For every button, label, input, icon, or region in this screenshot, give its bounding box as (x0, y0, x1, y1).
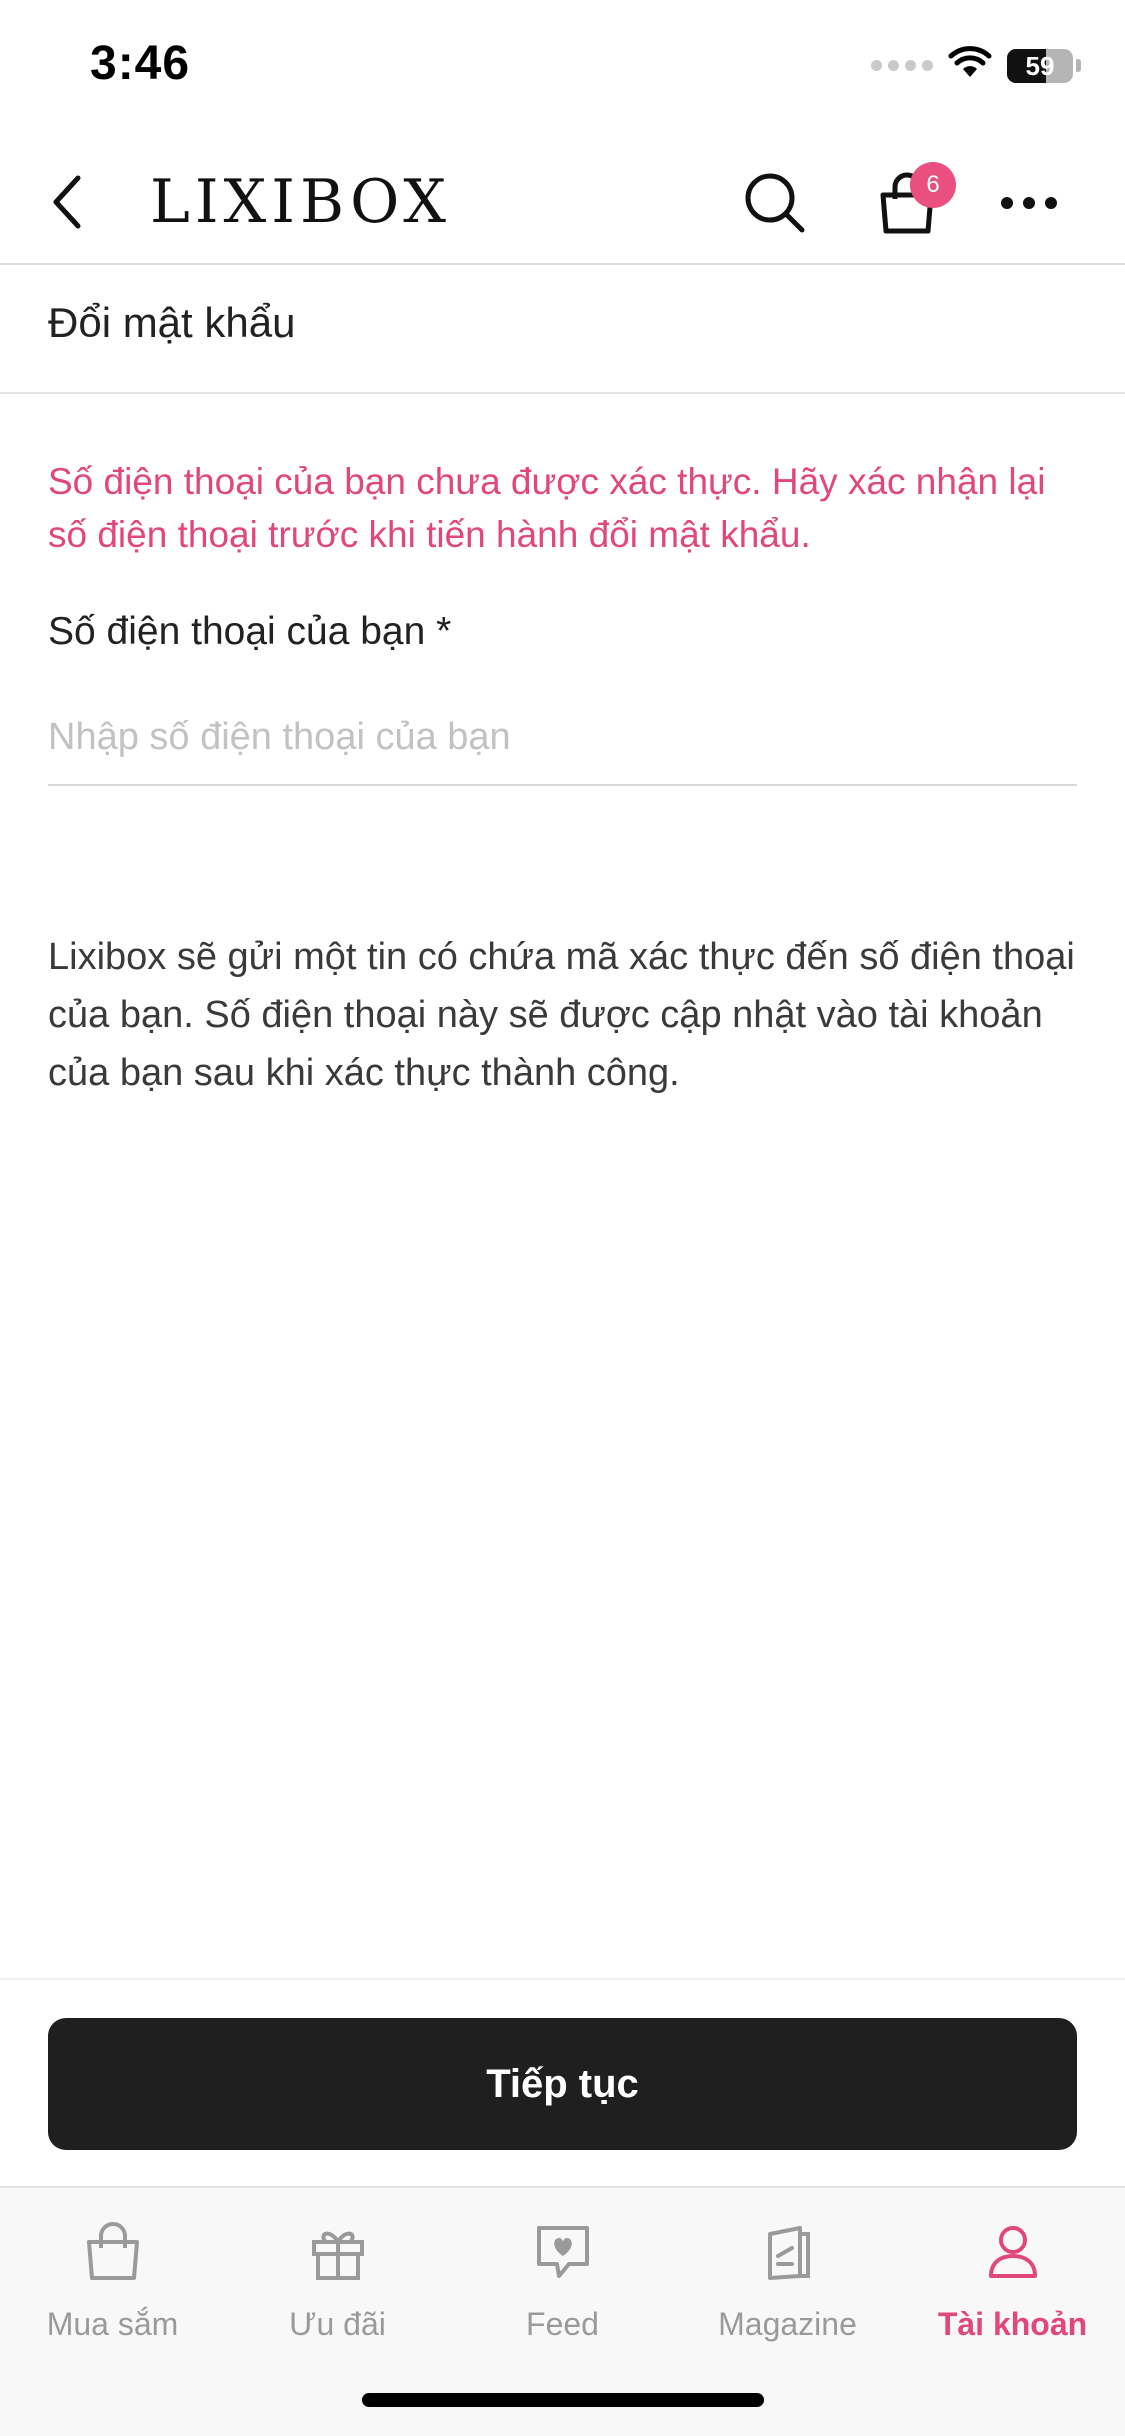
tab-account[interactable]: Tài khoản (900, 2210, 1125, 2360)
tab-shopping[interactable]: Mua sắm (0, 2210, 225, 2360)
more-horizontal-icon (1001, 197, 1057, 209)
magazine-icon (767, 2226, 810, 2280)
status-time: 3:46 (90, 37, 191, 90)
chevron-left-icon (53, 175, 81, 229)
more-options-button[interactable] (984, 158, 1074, 248)
action-area: Tiếp tục (0, 1978, 1125, 2186)
verification-warning: Số điện thoại của bạn chưa được xác thực… (48, 461, 1046, 555)
page-title: Đổi mật khẩu (48, 299, 296, 346)
cart-count-badge: 6 (910, 162, 956, 208)
back-button[interactable] (28, 162, 108, 242)
phone-field-label: Số điện thoại của bạn * (48, 610, 452, 653)
gift-icon (311, 2231, 364, 2280)
battery-icon: 59 (1007, 48, 1073, 83)
battery-cap (1076, 59, 1081, 72)
cellular-signal-icon (871, 60, 933, 71)
tab-label: Tài khoản (937, 2306, 1088, 2342)
search-button[interactable] (730, 158, 820, 248)
cart-button[interactable]: 6 (862, 158, 956, 248)
battery-percent: 59 (1025, 50, 1055, 81)
tab-label: Feed (526, 2306, 599, 2342)
phone-number-input[interactable] (48, 690, 1077, 786)
home-indicator (362, 2393, 764, 2407)
tab-label: Magazine (718, 2306, 857, 2342)
tab-label: Ưu đãi (289, 2306, 386, 2342)
user-icon (988, 2226, 1037, 2278)
heart-chat-icon (536, 2226, 589, 2278)
status-bar: 3:46 59 (0, 0, 1125, 140)
tab-deals[interactable]: Ưu đãi (225, 2210, 450, 2360)
wifi-icon (947, 46, 993, 85)
app-header: LIXIBOX 6 (0, 140, 1125, 265)
section-title-bar: Đổi mật khẩu (0, 267, 1125, 394)
app-logo[interactable]: LIXIBOX (150, 162, 451, 242)
search-icon (745, 173, 805, 233)
verification-info-text: Lixibox sẽ gửi một tin có chứa mã xác th… (48, 936, 1075, 1094)
status-indicators: 59 (871, 46, 1081, 85)
tab-magazine[interactable]: Magazine (675, 2210, 900, 2360)
shopping-bag-icon (86, 2222, 139, 2280)
tab-feed[interactable]: Feed (450, 2210, 675, 2360)
tab-label: Mua sắm (46, 2306, 179, 2342)
change-password-screen: 3:46 59 LIXIBOX 6 Đổi mật khẩu Số điện t… (0, 0, 1125, 2436)
continue-button[interactable]: Tiếp tục (48, 2018, 1077, 2150)
